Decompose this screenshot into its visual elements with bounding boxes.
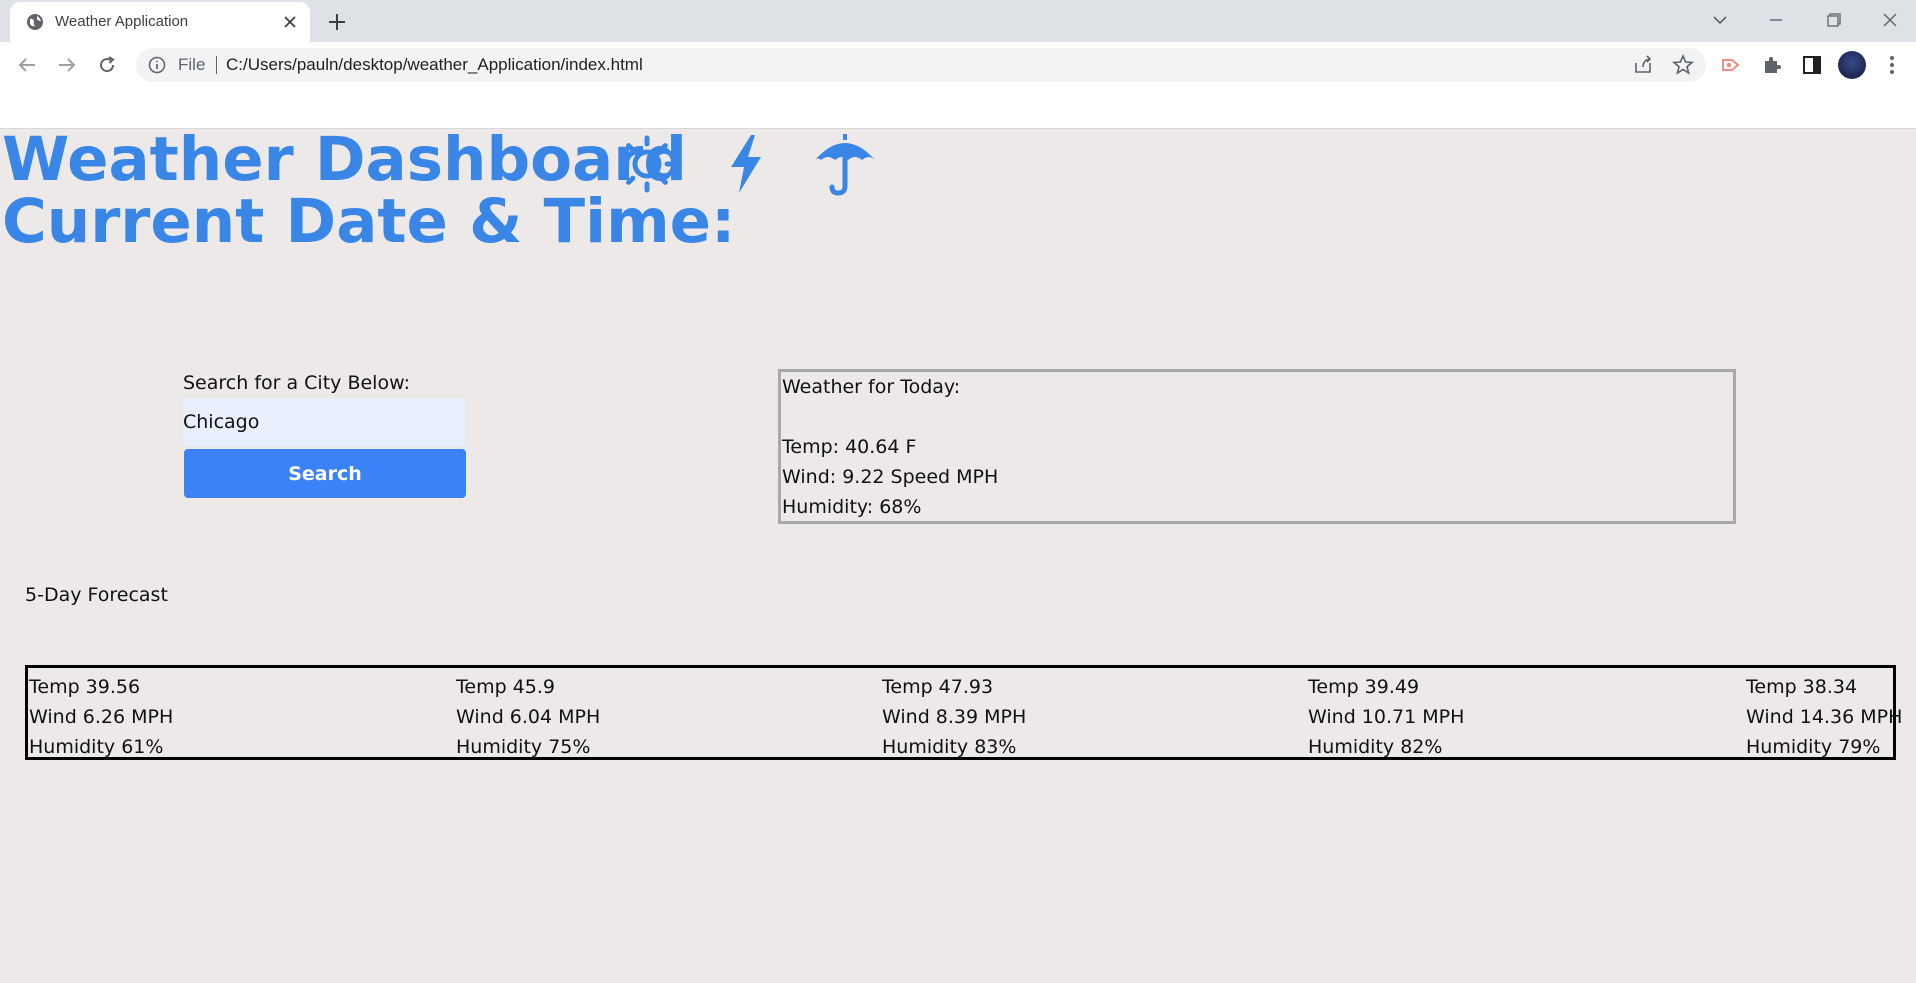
forecast-wind: Wind 14.36 MPH [1746, 706, 1903, 728]
forecast-humidity: Humidity 75% [456, 736, 591, 758]
tab-search-chevron-icon[interactable] [1706, 8, 1734, 32]
search-label: Search for a City Below: [183, 372, 410, 394]
browser-tab[interactable]: Weather Application [10, 2, 310, 42]
globe-icon [27, 14, 43, 30]
omnibox-divider [216, 56, 217, 74]
back-icon[interactable] [15, 53, 39, 77]
umbrella-icon [815, 134, 875, 196]
forecast-humidity: Humidity 79% [1746, 736, 1881, 758]
forecast-wind: Wind 6.04 MPH [456, 706, 601, 728]
today-weather-panel: Weather for Today: Temp: 40.64 F Wind: 9… [778, 369, 1736, 524]
forecast-humidity: Humidity 61% [29, 736, 164, 758]
forecast-temp: Temp 39.56 [29, 676, 141, 698]
forward-icon[interactable] [55, 53, 79, 77]
forecast-humidity: Humidity 83% [882, 736, 1017, 758]
tab-title: Weather Application [55, 13, 189, 30]
city-search-input[interactable] [183, 398, 465, 446]
forecast-day: Temp 45.9 Wind 6.04 MPH Humidity 75% [456, 672, 600, 762]
forecast-day: Temp 39.49 Wind 10.71 MPH Humidity 82% [1308, 672, 1464, 762]
bookmark-star-icon[interactable] [1671, 53, 1695, 77]
forecast-day: Temp 47.93 Wind 8.39 MPH Humidity 83% [882, 672, 1026, 762]
forecast-wind: Wind 6.26 MPH [29, 706, 174, 728]
lightning-icon [731, 135, 761, 193]
toolbar-spacer [0, 86, 1916, 129]
forecast-temp: Temp 38.34 [1746, 676, 1858, 698]
forecast-wind: Wind 8.39 MPH [882, 706, 1027, 728]
forecast-day: Temp 39.56 Wind 6.26 MPH Humidity 61% [29, 672, 173, 762]
restore-icon[interactable] [1819, 8, 1847, 32]
forecast-humidity: Humidity 82% [1308, 736, 1443, 758]
address-bar[interactable]: File C:/Users/pauln/desktop/weather_Appl… [136, 48, 1706, 82]
minimize-icon[interactable] [1762, 8, 1790, 32]
today-humidity: Humidity: 68% [782, 496, 922, 518]
extensions-puzzle-icon[interactable] [1760, 53, 1784, 77]
today-wind: Wind: 9.22 Speed MPH [782, 466, 999, 488]
profile-avatar[interactable] [1838, 51, 1866, 79]
tab-strip: Weather Application [0, 0, 1916, 42]
forecast-wind: Wind 10.71 MPH [1308, 706, 1465, 728]
forecast-label: 5-Day Forecast [25, 584, 168, 606]
side-panel-icon[interactable] [1800, 53, 1824, 77]
file-scheme-label: File [178, 55, 206, 74]
close-window-icon[interactable] [1876, 8, 1904, 32]
today-temp: Temp: 40.64 F [782, 436, 917, 458]
today-heading: Weather for Today: [782, 376, 961, 398]
recorder-extension-icon[interactable] [1719, 53, 1743, 77]
forecast-panel: Temp 39.56 Wind 6.26 MPH Humidity 61% Te… [25, 665, 1902, 762]
search-button[interactable]: Search [184, 449, 466, 498]
reload-icon[interactable] [95, 53, 119, 77]
sun-icon [618, 135, 676, 193]
forecast-temp: Temp 45.9 [456, 676, 555, 698]
forecast-temp: Temp 39.49 [1308, 676, 1420, 698]
forecast-day: Temp 38.34 Wind 14.36 MPH Humidity 79% [1746, 672, 1902, 762]
forecast-temp: Temp 47.93 [882, 676, 994, 698]
new-tab-icon[interactable] [325, 10, 349, 34]
page-subtitle: Current Date & Time: [2, 186, 736, 257]
url-text[interactable]: C:/Users/pauln/desktop/weather_Applicati… [226, 55, 643, 75]
share-icon[interactable] [1631, 53, 1655, 77]
browser-menu-icon[interactable] [1880, 53, 1904, 77]
site-info-icon[interactable] [148, 56, 166, 74]
close-tab-icon[interactable] [280, 12, 300, 32]
